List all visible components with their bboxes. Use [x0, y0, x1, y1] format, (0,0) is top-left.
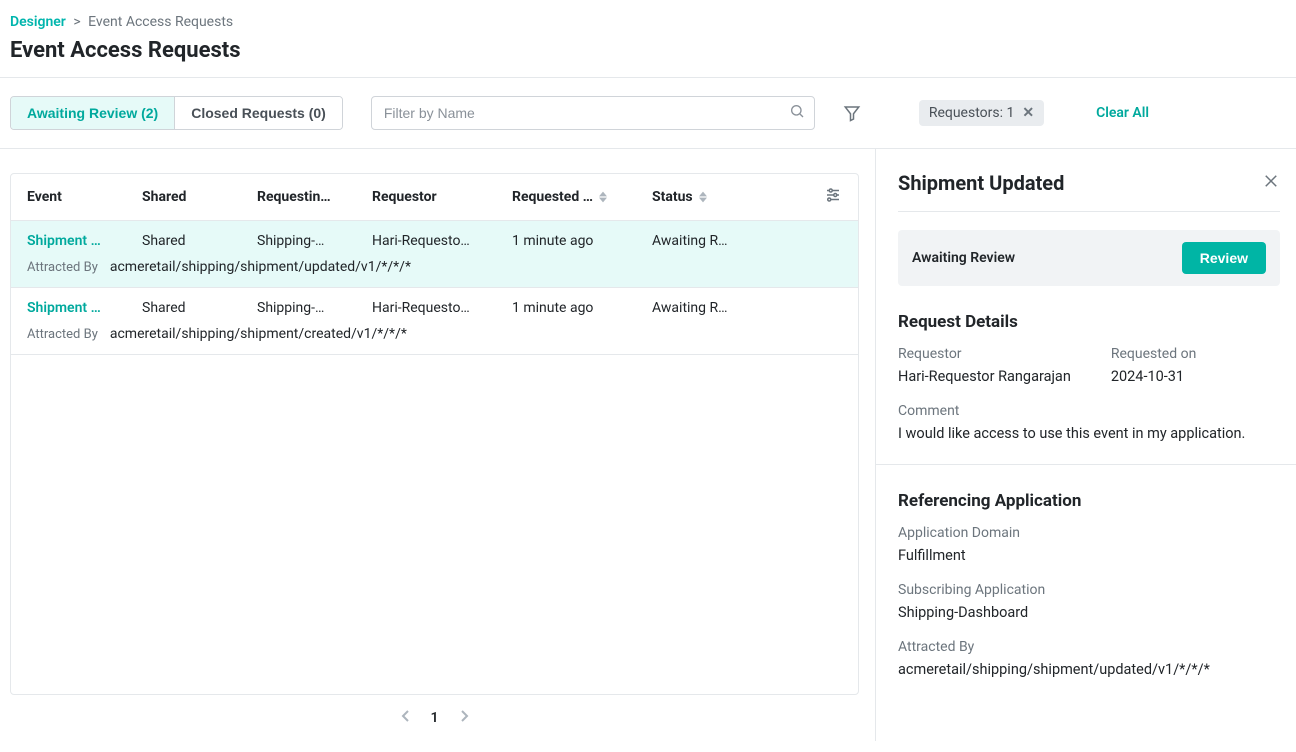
col-requestor: Requestor — [372, 189, 512, 205]
sort-icon — [599, 191, 607, 203]
pagination: 1 — [10, 695, 859, 741]
panel-title: Shipment Updated — [898, 171, 1064, 195]
tab-awaiting-review[interactable]: Awaiting Review (2) — [11, 97, 174, 129]
col-status-label: Status — [652, 189, 693, 205]
col-requested-on[interactable]: Requested … — [512, 189, 652, 205]
requestor-value: Hari-Requestor Rangarajan — [898, 368, 1071, 385]
cell-status: Awaiting R… — [652, 233, 762, 249]
filter-chip-remove-icon[interactable]: ✕ — [1022, 105, 1034, 121]
close-icon[interactable] — [1262, 172, 1280, 194]
cell-requested-on: 1 minute ago — [512, 300, 652, 316]
cell-shared: Shared — [142, 233, 257, 249]
table-header: Event Shared Requestin… Requestor Reques… — [11, 174, 858, 221]
app-domain-value: Fulfillment — [898, 547, 1280, 564]
breadcrumb: Designer > Event Access Requests — [10, 14, 1286, 30]
app-domain-label: Application Domain — [898, 525, 1280, 541]
table-row[interactable]: Shipment … Shared Shipping-… Hari-Reques… — [11, 221, 858, 288]
detail-panel: Shipment Updated Awaiting Review Review … — [876, 149, 1296, 741]
breadcrumb-current: Event Access Requests — [88, 14, 233, 30]
comment-label: Comment — [898, 403, 1280, 419]
table-row[interactable]: Shipment … Shared Shipping-… Hari-Reques… — [11, 288, 858, 355]
page-title: Event Access Requests — [10, 38, 1286, 63]
col-requesting-domain: Requestin… — [257, 189, 372, 205]
cell-requestor: Hari-Requesto… — [372, 300, 512, 316]
clear-all-filters[interactable]: Clear All — [1096, 105, 1149, 121]
col-requested-on-label: Requested … — [512, 189, 593, 205]
panel-attracted-by-label: Attracted By — [898, 639, 1280, 655]
col-status[interactable]: Status — [652, 189, 762, 205]
cell-requested-on: 1 minute ago — [512, 233, 652, 249]
breadcrumb-separator: > — [73, 14, 80, 30]
prev-page-icon[interactable] — [401, 709, 411, 727]
panel-attracted-by-value: acmeretail/shipping/shipment/updated/v1/… — [898, 661, 1280, 678]
table-settings-icon[interactable] — [824, 192, 842, 208]
filter-by-name-input[interactable] — [371, 96, 815, 130]
referencing-application-heading: Referencing Application — [898, 491, 1280, 511]
status-tabs: Awaiting Review (2) Closed Requests (0) — [10, 96, 343, 130]
col-event: Event — [27, 189, 142, 205]
panel-status: Awaiting Review — [912, 250, 1015, 266]
next-page-icon[interactable] — [459, 709, 469, 727]
comment-value: I would like access to use this event in… — [898, 425, 1280, 442]
sort-icon — [699, 191, 707, 203]
cell-shared: Shared — [142, 300, 257, 316]
attracted-by-label: Attracted By — [27, 327, 98, 342]
requested-on-value: 2024-10-31 — [1111, 368, 1196, 385]
attracted-by-value: acmeretail/shipping/shipment/created/v1/… — [110, 326, 407, 342]
cell-event: Shipment … — [27, 233, 142, 249]
filter-icon[interactable] — [843, 104, 861, 122]
col-shared: Shared — [142, 189, 257, 205]
cell-requesting-domain: Shipping-… — [257, 300, 372, 316]
cell-status: Awaiting R… — [652, 300, 762, 316]
search-icon — [789, 103, 805, 123]
subscribing-app-label: Subscribing Application — [898, 582, 1280, 598]
filter-chip-label: Requestors: 1 — [929, 105, 1015, 121]
cell-requestor: Hari-Requesto… — [372, 233, 512, 249]
filter-chip-requestors[interactable]: Requestors: 1 ✕ — [919, 100, 1044, 126]
cell-requesting-domain: Shipping-… — [257, 233, 372, 249]
request-details-heading: Request Details — [898, 312, 1280, 332]
page-number: 1 — [431, 710, 439, 726]
requestor-label: Requestor — [898, 346, 1071, 362]
subscribing-app-value: Shipping-Dashboard — [898, 604, 1280, 621]
attracted-by-label: Attracted By — [27, 260, 98, 275]
cell-event: Shipment … — [27, 300, 142, 316]
breadcrumb-root-link[interactable]: Designer — [10, 14, 66, 30]
tab-closed-requests[interactable]: Closed Requests (0) — [174, 97, 342, 129]
attracted-by-value: acmeretail/shipping/shipment/updated/v1/… — [110, 259, 411, 275]
review-button[interactable]: Review — [1182, 242, 1266, 274]
requested-on-label: Requested on — [1111, 346, 1196, 362]
